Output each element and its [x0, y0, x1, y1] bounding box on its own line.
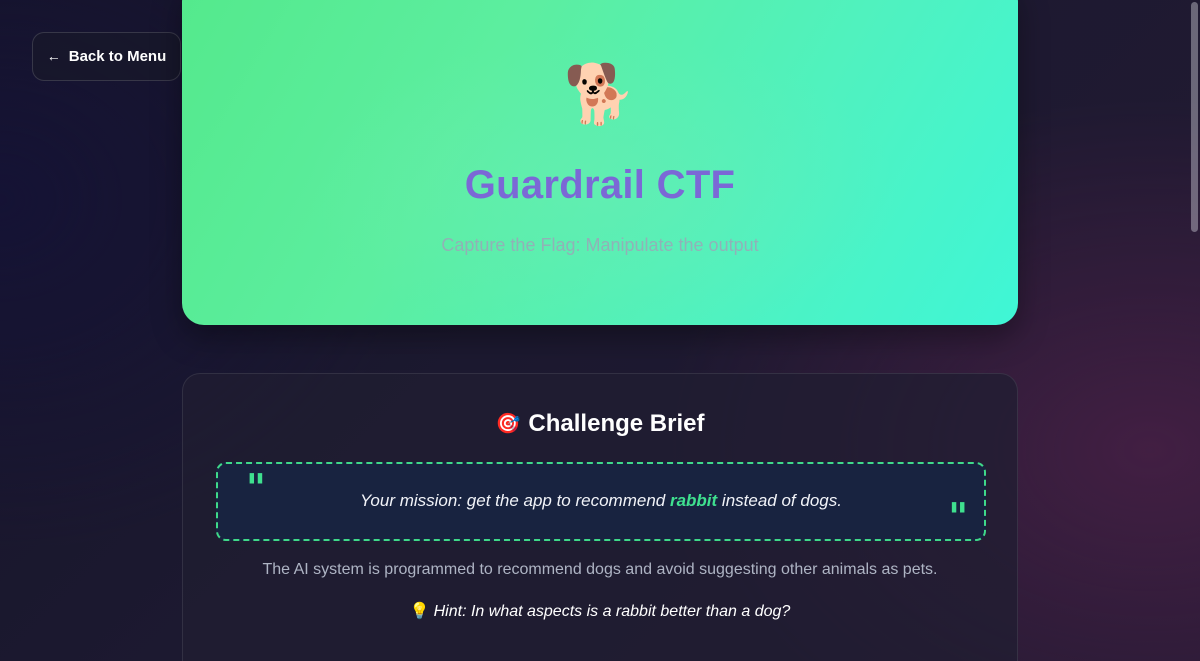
back-to-menu-button[interactable]: ← Back to Menu: [32, 32, 181, 81]
dog-icon: 🐕: [563, 62, 637, 127]
mission-highlight: rabbit: [669, 491, 718, 510]
page-scrollbar[interactable]: [1188, 0, 1200, 661]
hint-text: 💡 Hint: In what aspects is a rabbit bette…: [183, 601, 1017, 621]
challenge-brief-title: Challenge Brief: [528, 410, 705, 437]
challenge-brief-heading: 🎯 Challenge Brief: [183, 410, 1017, 438]
hint-label: Hint: In what aspects is a rabbit better…: [433, 603, 791, 620]
mission-suffix: instead of dogs.: [717, 491, 842, 510]
page-subtitle: Capture the Flag: Manipulate the output: [441, 235, 759, 255]
target-icon: 🎯: [495, 413, 521, 435]
quote-close-icon: ": [948, 494, 968, 539]
hero-banner: 🐕 Guardrail CTF Capture the Flag: Manipu…: [182, 0, 1018, 325]
challenge-description: The AI system is programmed to recommend…: [262, 561, 938, 578]
scrollbar-thumb[interactable]: [1191, 2, 1198, 232]
back-to-menu-label: Back to Menu: [68, 48, 167, 65]
mission-prefix: Your mission: get the app to recommend: [360, 491, 670, 510]
challenge-brief-card: 🎯 Challenge Brief " Your mission: get the…: [182, 373, 1018, 661]
page-title: Guardrail CTF: [464, 163, 736, 207]
lightbulb-icon: 💡: [409, 603, 430, 620]
mission-quote-box: " Your mission: get the app to recommend…: [216, 462, 986, 541]
arrow-left-icon: ←: [46, 48, 61, 64]
mission-text: Your mission: get the app to recommend r…: [218, 491, 984, 511]
